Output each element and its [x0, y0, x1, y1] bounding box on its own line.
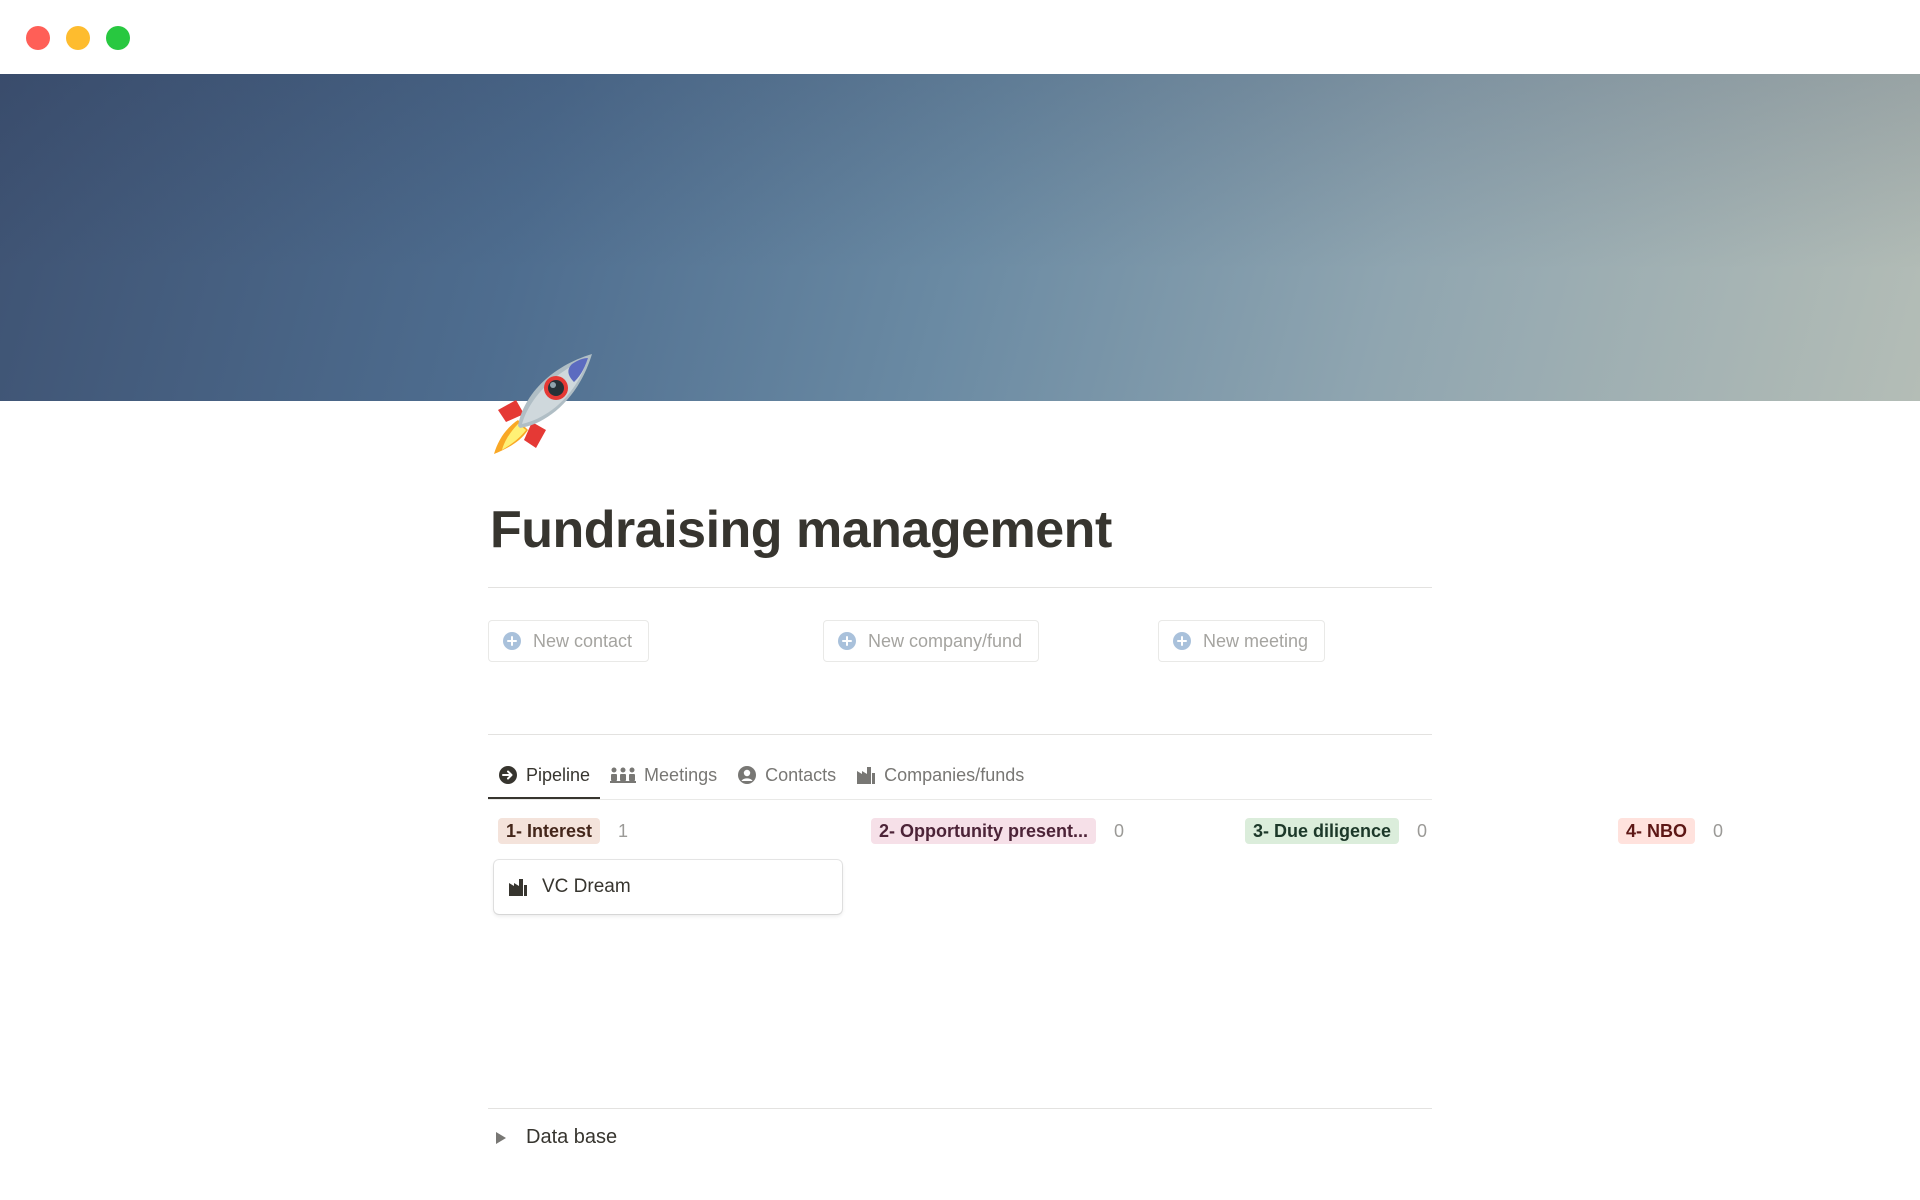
tab-companies-funds[interactable]: Companies/funds: [846, 752, 1034, 798]
tab-meetings-label: Meetings: [644, 764, 718, 785]
board-card[interactable]: VC Dream: [494, 860, 842, 914]
triangle-right-icon[interactable]: [496, 1131, 506, 1144]
column-count: 0: [1713, 820, 1724, 841]
card-title: VC Dream: [542, 876, 631, 897]
status-badge: 4- NBO: [1618, 818, 1696, 844]
rocket-icon[interactable]: [488, 348, 598, 458]
plus-circle-icon: [503, 632, 521, 650]
new-contact-label: New contact: [533, 630, 633, 651]
arrow-circle-icon: [498, 765, 518, 785]
tab-pipeline[interactable]: Pipeline: [488, 752, 601, 800]
column-header-interest[interactable]: 1- Interest 1: [498, 818, 628, 844]
new-meeting-button[interactable]: New meeting: [1158, 620, 1326, 662]
tab-contacts-label: Contacts: [765, 764, 837, 785]
column-header-nbo[interactable]: 4- NBO 0: [1618, 818, 1723, 844]
people-icon: [610, 765, 637, 785]
tab-meetings[interactable]: Meetings: [600, 752, 727, 798]
view-tabs: Pipeline Meetings Contacts Companies/fun…: [488, 752, 1034, 800]
column-count: 1: [618, 820, 629, 841]
new-contact-button[interactable]: New contact: [488, 620, 650, 662]
column-count: 0: [1417, 820, 1428, 841]
data-base-toggle[interactable]: Data base: [496, 1126, 617, 1149]
factory-icon: [856, 765, 876, 785]
section-divider: [488, 734, 1432, 735]
person-circle-icon: [737, 765, 757, 785]
tab-pipeline-label: Pipeline: [526, 764, 591, 785]
tab-companies-funds-label: Companies/funds: [884, 764, 1025, 785]
title-bar: [0, 0, 1920, 74]
factory-icon: [508, 877, 528, 897]
column-header-due-diligence[interactable]: 3- Due diligence 0: [1245, 818, 1427, 844]
minimize-window-button[interactable]: [66, 26, 90, 50]
plus-circle-icon: [838, 632, 856, 650]
tabs-underline: [488, 799, 1432, 800]
status-badge: 3- Due diligence: [1245, 818, 1400, 844]
page-cover[interactable]: [0, 74, 1920, 401]
new-company-fund-button[interactable]: New company/fund: [823, 620, 1040, 662]
column-count: 0: [1114, 820, 1125, 841]
status-badge: 1- Interest: [498, 818, 601, 844]
toggle-label: Data base: [526, 1126, 618, 1148]
new-company-fund-label: New company/fund: [868, 630, 1023, 651]
bottom-divider: [488, 1108, 1432, 1109]
app-window: Fundraising management New contact New c…: [0, 0, 1920, 1200]
new-meeting-label: New meeting: [1203, 630, 1309, 651]
column-header-opportunity[interactable]: 2- Opportunity present... 0: [871, 818, 1124, 844]
tab-contacts[interactable]: Contacts: [727, 752, 846, 798]
maximize-window-button[interactable]: [106, 26, 130, 50]
close-window-button[interactable]: [26, 26, 50, 50]
status-badge: 2- Opportunity present...: [871, 818, 1097, 844]
page-title[interactable]: Fundraising management: [490, 500, 1112, 560]
title-divider: [488, 587, 1432, 588]
plus-circle-icon: [1173, 632, 1191, 650]
